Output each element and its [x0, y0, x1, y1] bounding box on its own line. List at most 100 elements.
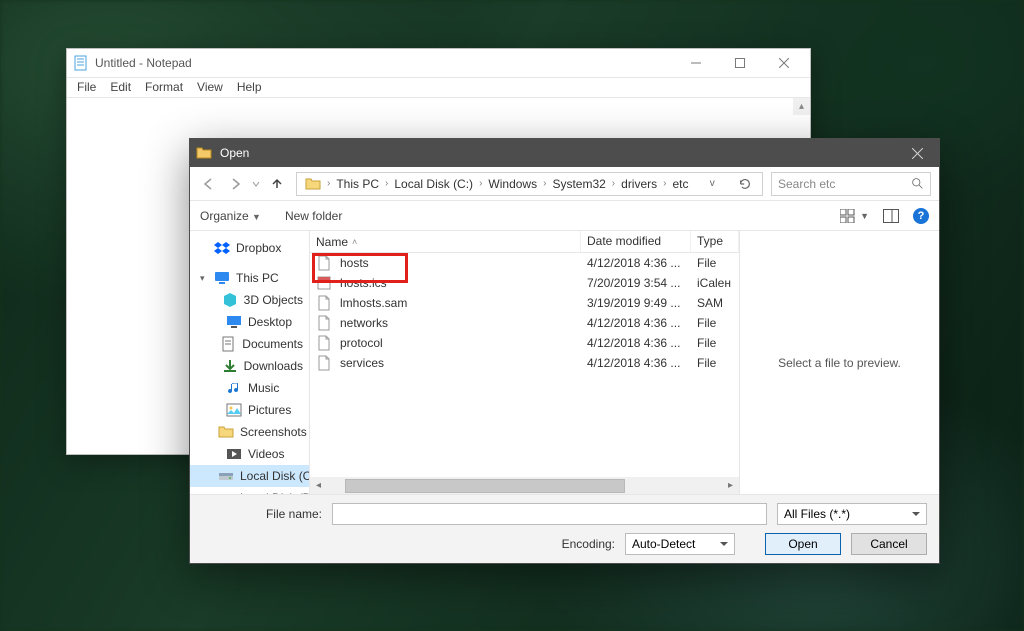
- maximize-button[interactable]: [718, 49, 762, 78]
- encoding-select[interactable]: Auto-Detect: [625, 533, 735, 555]
- tree-item-label: 3D Objects: [244, 293, 303, 307]
- crumb-this-pc[interactable]: This PC: [332, 177, 383, 191]
- crumb-windows[interactable]: Windows: [484, 177, 541, 191]
- crumb-system32[interactable]: System32: [548, 177, 609, 191]
- file-name-input[interactable]: [332, 503, 767, 525]
- menu-edit[interactable]: Edit: [104, 80, 137, 95]
- nav-forward-button[interactable]: [224, 172, 246, 196]
- new-folder-button[interactable]: New folder: [285, 209, 342, 223]
- file-icon: [316, 335, 332, 351]
- tree-item[interactable]: Local Disk (D:): [190, 487, 309, 494]
- scroll-thumb[interactable]: [345, 479, 625, 493]
- tree-item[interactable]: Dropbox: [190, 237, 309, 259]
- menu-view[interactable]: View: [191, 80, 229, 95]
- file-row[interactable]: services4/12/2018 4:36 ...File: [310, 353, 739, 373]
- nav-back-button[interactable]: [198, 172, 220, 196]
- search-box[interactable]: Search etc: [771, 172, 931, 196]
- scroll-up-button[interactable]: ▴: [793, 98, 810, 115]
- tree-item[interactable]: Documents: [190, 333, 309, 355]
- annotation-highlight: [312, 253, 408, 283]
- address-bar[interactable]: › This PC› Local Disk (C:)› Windows› Sys…: [296, 172, 763, 196]
- open-dialog-titlebar[interactable]: Open: [190, 139, 939, 167]
- dialog-close-button[interactable]: [897, 139, 937, 167]
- column-date[interactable]: Date modified: [581, 231, 691, 252]
- open-button[interactable]: Open: [765, 533, 841, 555]
- file-icon: [316, 295, 332, 311]
- navigation-pane[interactable]: Dropbox ▾This PC 3D Objects Desktop Document…: [190, 231, 310, 494]
- file-date: 4/12/2018 4:36 ...: [581, 355, 691, 371]
- tree-item-label: Desktop: [248, 315, 292, 329]
- file-date: 4/12/2018 4:36 ...: [581, 315, 691, 331]
- refresh-button[interactable]: [732, 177, 758, 191]
- close-button[interactable]: [762, 49, 806, 78]
- notepad-menubar: File Edit Format View Help: [67, 78, 810, 98]
- tree-item[interactable]: Local Disk (C:): [190, 465, 309, 487]
- scroll-right-icon[interactable]: ▸: [722, 477, 739, 494]
- organize-menu[interactable]: Organize ▼: [200, 209, 261, 223]
- addr-dropdown-button[interactable]: v: [704, 178, 721, 189]
- tree-item-label: Downloads: [244, 359, 303, 373]
- menu-help[interactable]: Help: [231, 80, 268, 95]
- crumb-etc[interactable]: etc: [669, 177, 693, 191]
- notepad-titlebar[interactable]: Untitled - Notepad: [67, 49, 810, 78]
- chevron-down-icon: ▼: [252, 212, 261, 222]
- encoding-label: Encoding:: [562, 537, 615, 551]
- chevron-right-icon: ›: [477, 178, 484, 189]
- expand-toggle-icon[interactable]: ▾: [200, 273, 208, 284]
- menu-file[interactable]: File: [71, 80, 102, 95]
- file-type: iCalен: [691, 275, 739, 291]
- file-row[interactable]: protocol 4/12/2018 4:36 ...File: [310, 333, 739, 353]
- file-date: 4/12/2018 4:36 ...: [581, 335, 691, 351]
- file-rows: hosts4/12/2018 4:36 ...Filehosts.ics7/20…: [310, 253, 739, 477]
- tree-item-label: Videos: [248, 447, 284, 461]
- file-type: File: [691, 355, 739, 371]
- chevron-right-icon: ›: [383, 178, 390, 189]
- minimize-button[interactable]: [674, 49, 718, 78]
- view-options-button[interactable]: ▼: [840, 209, 869, 223]
- file-row[interactable]: networks4/12/2018 4:36 ...File: [310, 313, 739, 333]
- column-headers[interactable]: Name ˄ Date modified Type: [310, 231, 739, 253]
- file-type: File: [691, 335, 739, 351]
- tree-item[interactable]: Screenshots: [190, 421, 309, 443]
- column-type[interactable]: Type: [691, 231, 739, 252]
- horizontal-scrollbar[interactable]: ◂ ▸: [310, 477, 739, 494]
- tree-item-label: Screenshots: [240, 425, 307, 439]
- 3d-icon: [222, 292, 238, 308]
- file-list-pane: Name ˄ Date modified Type hosts4/12/2018…: [310, 231, 739, 494]
- nav-recent-button[interactable]: [250, 172, 262, 196]
- preview-pane-button[interactable]: [883, 209, 899, 223]
- file-type-filter[interactable]: All Files (*.*): [777, 503, 927, 525]
- tree-item[interactable]: Pictures: [190, 399, 309, 421]
- thispc-icon: [214, 270, 230, 286]
- help-icon[interactable]: ?: [913, 208, 929, 224]
- tree-item[interactable]: Music: [190, 377, 309, 399]
- menu-format[interactable]: Format: [139, 80, 189, 95]
- tree-item[interactable]: 3D Objects: [190, 289, 309, 311]
- tree-item[interactable]: Desktop: [190, 311, 309, 333]
- open-dialog: Open › This PC› Local Disk (C:)› Windows…: [189, 138, 940, 564]
- chevron-down-icon: ▼: [860, 211, 869, 221]
- tree-item[interactable]: Videos: [190, 443, 309, 465]
- tree-item-label: Pictures: [248, 403, 291, 417]
- downloads-icon: [222, 358, 238, 374]
- preview-pane: Select a file to preview.: [739, 231, 939, 494]
- pictures-icon: [226, 402, 242, 418]
- nav-up-button[interactable]: [266, 172, 288, 196]
- tree-item[interactable]: ▾This PC: [190, 267, 309, 289]
- column-name[interactable]: Name ˄: [310, 231, 581, 252]
- cancel-button[interactable]: Cancel: [851, 533, 927, 555]
- file-type: File: [691, 315, 739, 331]
- open-dialog-title: Open: [220, 146, 249, 160]
- file-type: SAM: [691, 295, 739, 311]
- file-name: protocol: [340, 336, 383, 350]
- disk-icon: [218, 468, 234, 484]
- file-row[interactable]: lmhosts.sam3/19/2019 9:49 ...SAM: [310, 293, 739, 313]
- file-icon: [316, 355, 332, 371]
- scroll-left-icon[interactable]: ◂: [310, 477, 327, 494]
- crumb-drivers[interactable]: drivers: [617, 177, 661, 191]
- chevron-right-icon: ›: [610, 178, 617, 189]
- tree-item-label: Documents: [242, 337, 303, 351]
- music-icon: [226, 380, 242, 396]
- crumb-c[interactable]: Local Disk (C:): [390, 177, 477, 191]
- tree-item[interactable]: Downloads: [190, 355, 309, 377]
